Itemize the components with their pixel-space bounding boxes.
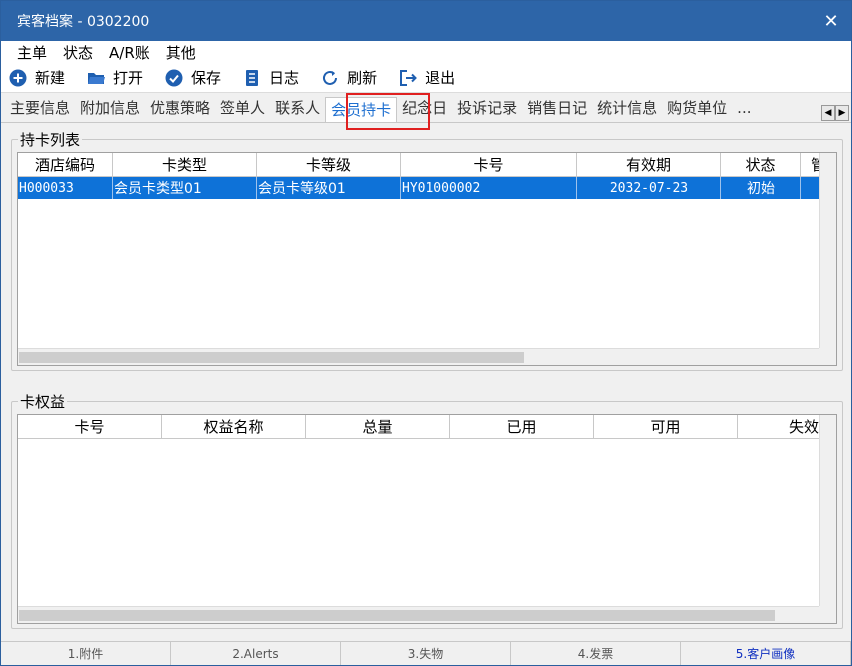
cell-manage: [801, 177, 821, 199]
cell-hotel-code: H000033: [18, 177, 113, 199]
tab-scroll-left-icon[interactable]: ◀: [821, 105, 835, 121]
open-label: 打开: [113, 69, 144, 87]
col-card-type[interactable]: 卡类型: [113, 153, 257, 176]
tab-signer[interactable]: 签单人: [215, 96, 270, 122]
menu-item-main[interactable]: 主单: [9, 42, 55, 63]
card-benefits-grid: 卡号 权益名称 总量 已用 可用 失效: [17, 414, 837, 624]
col-benefit-total[interactable]: 总量: [306, 415, 450, 438]
cell-expiry: 2032-07-23: [577, 177, 721, 199]
status-bar: 1.附件 2.Alerts 3.失物 4.发票 5.客户画像: [1, 641, 851, 665]
col-manage[interactable]: 管: [801, 153, 821, 176]
tab-member-cards[interactable]: 会员持卡: [325, 97, 398, 122]
tab-complaints[interactable]: 投诉记录: [452, 96, 522, 122]
new-button[interactable]: 新建: [9, 67, 65, 88]
tab-scroll-right-icon[interactable]: ▶: [835, 105, 849, 121]
toolbar: 新建 打开 保存 日志 刷新 退出: [1, 63, 851, 93]
status-tab-invoices[interactable]: 4.发票: [511, 642, 681, 665]
status-tab-lost-items[interactable]: 3.失物: [341, 642, 511, 665]
status-tab-alerts[interactable]: 2.Alerts: [171, 642, 341, 665]
card-benefits-hscroll[interactable]: [18, 606, 819, 623]
card-list-label: 持卡列表: [18, 129, 83, 150]
cell-status: 初始: [721, 177, 801, 199]
cell-card-no: HY01000002: [401, 177, 577, 199]
col-benefit-card-no[interactable]: 卡号: [18, 415, 162, 438]
refresh-button[interactable]: 刷新: [321, 67, 377, 88]
check-icon: [165, 69, 183, 87]
card-list-vscroll[interactable]: [819, 153, 836, 365]
tab-anniversary[interactable]: 纪念日: [397, 96, 452, 122]
card-benefits-hscroll-thumb[interactable]: [19, 610, 775, 621]
tab-scroll-buttons: ◀ ▶: [821, 105, 849, 121]
tab-extra-info[interactable]: 附加信息: [75, 96, 145, 122]
tab-statistics[interactable]: 统计信息: [592, 96, 662, 122]
col-hotel-code[interactable]: 酒店编码: [18, 153, 113, 176]
col-benefit-expired[interactable]: 失效: [738, 415, 822, 438]
menu-item-ar[interactable]: A/R账: [101, 42, 158, 63]
menu-bar: 主单 状态 A/R账 其他: [1, 41, 851, 63]
refresh-label: 刷新: [347, 69, 378, 87]
menu-item-other[interactable]: 其他: [158, 42, 204, 63]
log-button[interactable]: 日志: [243, 67, 299, 88]
title-bar: 宾客档案 - 0302200 ✕: [1, 1, 851, 41]
col-expiry[interactable]: 有效期: [577, 153, 721, 176]
card-list-grid: 酒店编码 卡类型 卡等级 卡号 有效期 状态 管 H000033 会员卡类型01…: [17, 152, 837, 366]
tab-contact[interactable]: 联系人: [270, 96, 325, 122]
col-status[interactable]: 状态: [721, 153, 801, 176]
card-list-scroll-corner: [819, 348, 836, 365]
window-title: 宾客档案 - 0302200: [17, 14, 150, 30]
status-tab-attachments[interactable]: 1.附件: [1, 642, 171, 665]
tab-purchasing-unit[interactable]: 购货单位: [662, 96, 732, 122]
card-benefits-label: 卡权益: [18, 391, 68, 412]
col-benefit-used[interactable]: 已用: [450, 415, 594, 438]
save-label: 保存: [191, 69, 222, 87]
exit-label: 退出: [425, 69, 456, 87]
tab-main-info[interactable]: 主要信息: [5, 96, 75, 122]
cell-card-level: 会员卡等级01: [257, 177, 401, 199]
tab-more[interactable]: ...: [732, 96, 756, 122]
close-icon[interactable]: ✕: [811, 1, 851, 41]
document-icon: [243, 69, 261, 87]
status-tab-customer-profile[interactable]: 5.客户画像: [681, 642, 851, 665]
card-benefits-scroll-corner: [819, 606, 836, 623]
card-list-hscroll[interactable]: [18, 348, 819, 365]
card-list-group: 持卡列表 酒店编码 卡类型 卡等级 卡号 有效期 状态 管 H000033 会员…: [11, 129, 843, 371]
exit-button[interactable]: 退出: [399, 67, 455, 88]
log-label: 日志: [269, 69, 300, 87]
card-benefits-vscroll[interactable]: [819, 415, 836, 623]
col-card-level[interactable]: 卡等级: [257, 153, 401, 176]
card-benefits-group: 卡权益 卡号 权益名称 总量 已用 可用 失效: [11, 391, 843, 629]
plus-icon: [9, 69, 27, 87]
new-label: 新建: [35, 69, 66, 87]
open-button[interactable]: 打开: [87, 67, 143, 88]
save-button[interactable]: 保存: [165, 67, 221, 88]
tab-sales-diary[interactable]: 销售日记: [522, 96, 592, 122]
table-row[interactable]: H000033 会员卡类型01 会员卡等级01 HY01000002 2032-…: [18, 177, 836, 199]
col-card-no[interactable]: 卡号: [401, 153, 577, 176]
tab-discount-policy[interactable]: 优惠策略: [145, 96, 215, 122]
menu-item-status[interactable]: 状态: [55, 42, 101, 63]
tab-bar: 主要信息 附加信息 优惠策略 签单人 联系人 会员持卡 纪念日 投诉记录 销售日…: [1, 93, 851, 123]
card-list-header: 酒店编码 卡类型 卡等级 卡号 有效期 状态 管: [18, 153, 836, 177]
col-benefit-name[interactable]: 权益名称: [162, 415, 306, 438]
folder-icon: [87, 69, 106, 87]
refresh-icon: [321, 69, 339, 87]
card-list-hscroll-thumb[interactable]: [19, 352, 524, 363]
col-benefit-available[interactable]: 可用: [594, 415, 738, 438]
card-benefits-header: 卡号 权益名称 总量 已用 可用 失效: [18, 415, 836, 439]
main-window: 宾客档案 - 0302200 ✕ 主单 状态 A/R账 其他 新建 打开 保存: [0, 0, 852, 666]
cell-card-type: 会员卡类型01: [113, 177, 257, 199]
exit-icon: [399, 69, 417, 87]
